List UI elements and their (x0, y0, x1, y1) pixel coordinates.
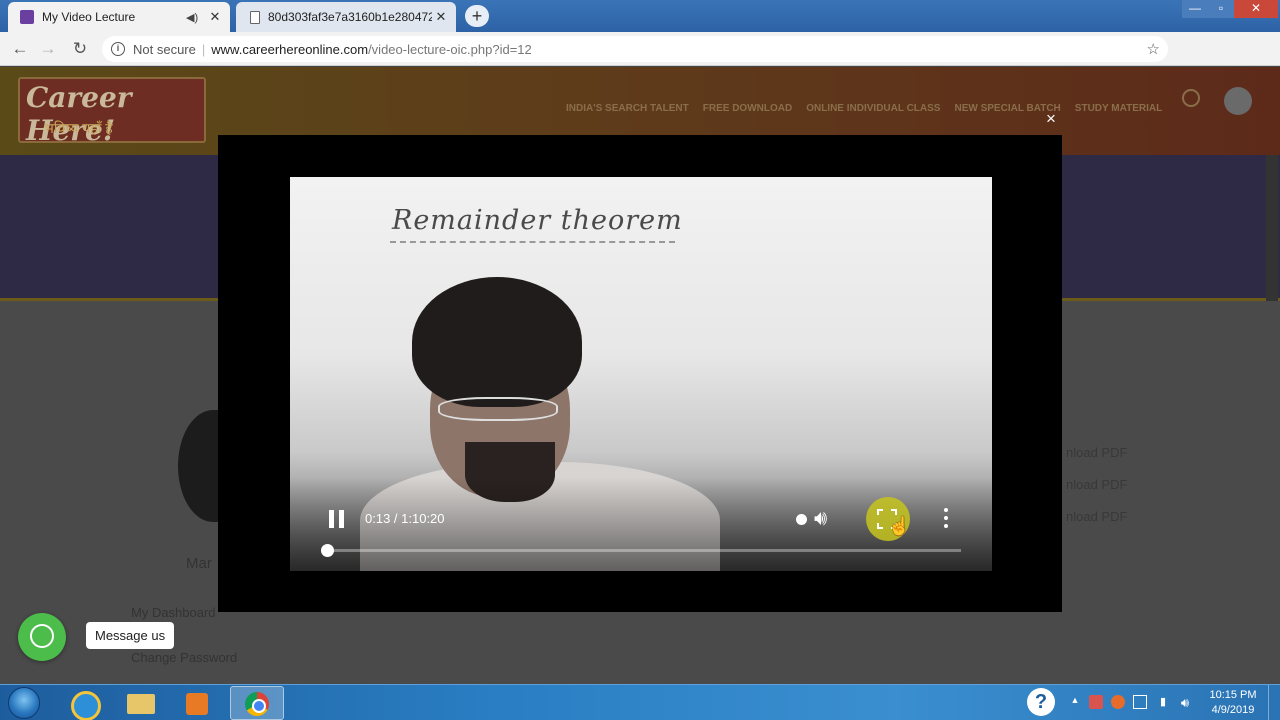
whatsapp-label[interactable]: Message us (86, 622, 175, 649)
nav-item-search-talent[interactable]: INDIA'S SEARCH TALENT (566, 103, 689, 114)
new-tab-button[interactable]: + (465, 5, 489, 27)
document-icon (250, 10, 260, 24)
clock-date: 4/9/2019 (1211, 704, 1255, 716)
site-favicon-icon (20, 10, 34, 24)
help-icon[interactable]: ? (1027, 688, 1055, 716)
modal-close-icon[interactable]: × (1046, 110, 1056, 128)
system-clock[interactable]: 10:15 PM 4/9/2019 (1204, 688, 1262, 718)
clock-time: 10:15 PM (1209, 689, 1257, 701)
more-options-icon[interactable] (940, 506, 952, 530)
tab-file[interactable]: 80d303faf3e7a3160b1e2804727c ✕ (236, 2, 456, 32)
user-avatar-icon[interactable] (1224, 87, 1252, 115)
lecturer-hair (412, 277, 582, 407)
whiteboard-text: Remainder theorem (392, 205, 683, 236)
network-signal-icon[interactable]: ▮ (1156, 695, 1170, 709)
start-button-icon[interactable] (8, 687, 40, 719)
browser-toolbar: ← → ↻ i Not secure | www.careerhereonlin… (0, 32, 1280, 89)
url-path[interactable]: /video-lecture-oic.php?id=12 (368, 42, 532, 57)
site-logo[interactable]: Career Here! भविष्य यहाँ है (18, 77, 206, 147)
nav-item-free-download[interactable]: FREE DOWNLOAD (703, 103, 792, 114)
whiteboard-underline (390, 239, 675, 243)
tab-close-icon[interactable]: ✕ (206, 9, 224, 25)
lecturer-glasses (438, 397, 558, 421)
logo-subtext: भविष्य यहाँ है (44, 120, 113, 136)
volume-slider-thumb[interactable] (796, 514, 807, 525)
scrollbar[interactable] (1266, 155, 1278, 301)
windows-taskbar: ? ▲ ▮ 🔊︎ 10:15 PM 4/9/2019 (0, 684, 1280, 720)
address-bar[interactable]: i Not secure | www.careerhereonline.com … (102, 36, 1168, 62)
video-time: 0:13 / 1:10:20 (365, 511, 445, 526)
whatsapp-icon (30, 624, 54, 648)
bookmark-star-icon[interactable]: ☆ (1147, 40, 1160, 58)
hand-cursor-icon: ☝ (888, 516, 911, 536)
info-icon[interactable]: i (111, 42, 125, 56)
window-minimize-button[interactable]: — (1182, 0, 1208, 18)
firefox-tray-icon[interactable] (1111, 695, 1125, 709)
address-divider: | (201, 41, 206, 57)
tab-audio-icon[interactable]: ◀) (186, 11, 200, 24)
show-desktop-button[interactable] (1268, 685, 1280, 720)
download-pdf-link[interactable]: nload PDF (1066, 477, 1127, 492)
media-player-icon[interactable] (170, 686, 224, 720)
profile-name: Mar (186, 555, 212, 572)
security-status[interactable]: Not secure (133, 42, 196, 57)
back-arrow-icon[interactable]: ← (10, 39, 30, 59)
tab-title: My Video Lecture (42, 10, 136, 24)
tab-my-video-lecture[interactable]: My Video Lecture ◀) ✕ (8, 2, 230, 32)
download-pdf-link[interactable]: nload PDF (1066, 445, 1127, 460)
volume-icon[interactable]: 🔊︎ (814, 508, 827, 530)
window-close-button[interactable]: ✕ (1234, 0, 1278, 18)
url-domain[interactable]: www.careerhereonline.com (211, 42, 368, 57)
whatsapp-button[interactable] (18, 613, 66, 661)
forward-arrow-icon[interactable]: → (38, 39, 58, 59)
nav-item-online-class[interactable]: ONLINE INDIVIDUAL CLASS (806, 103, 940, 114)
nav-item-study-material[interactable]: STUDY MATERIAL (1075, 103, 1162, 114)
site-nav: INDIA'S SEARCH TALENT FREE DOWNLOAD ONLI… (566, 103, 1162, 114)
pause-icon[interactable] (329, 510, 345, 528)
tray-expand-icon[interactable]: ▲ (1068, 695, 1082, 709)
nav-item-special-batch[interactable]: NEW SPECIAL BATCH (954, 103, 1060, 114)
sidebar-link-dashboard[interactable]: My Dashboard (131, 605, 216, 620)
seek-thumb[interactable] (321, 544, 334, 557)
seek-bar[interactable] (327, 549, 961, 552)
download-pdf-link[interactable]: nload PDF (1066, 509, 1127, 524)
chrome-icon[interactable] (230, 686, 284, 720)
action-center-icon[interactable] (1089, 695, 1103, 709)
tab-close-icon[interactable]: ✕ (432, 9, 450, 25)
speaker-tray-icon[interactable]: 🔊︎ (1178, 695, 1192, 710)
sidebar-link-change-password[interactable]: Change Password (131, 650, 237, 665)
search-icon[interactable] (1182, 89, 1200, 107)
tab-title: 80d303faf3e7a3160b1e2804727c (268, 10, 432, 24)
internet-explorer-icon[interactable] (57, 686, 111, 720)
reload-icon[interactable]: ↻ (70, 39, 90, 59)
network-adapter-icon[interactable] (1133, 695, 1147, 709)
browser-tab-strip: My Video Lecture ◀) ✕ 80d303faf3e7a3160b… (0, 0, 1280, 32)
window-maximize-button[interactable]: ▫ (1208, 0, 1234, 18)
file-explorer-icon[interactable] (114, 686, 168, 720)
